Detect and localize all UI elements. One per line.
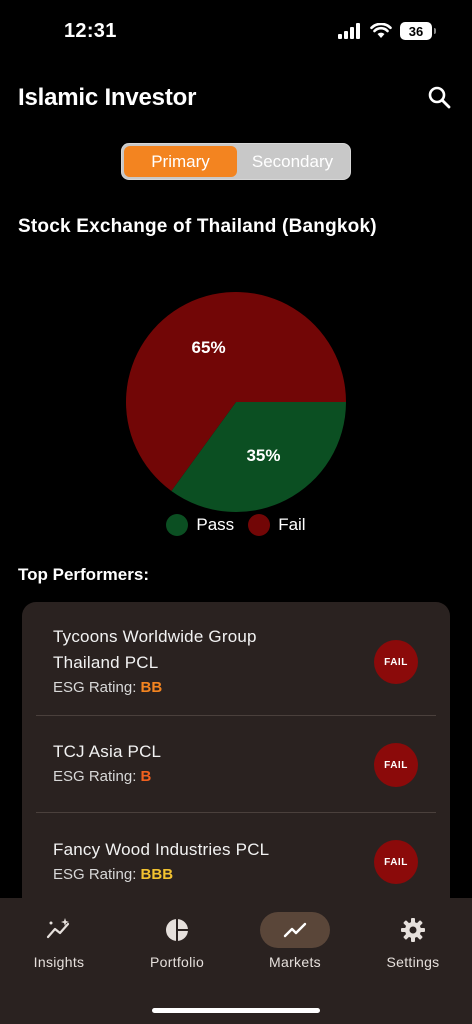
tab-settings[interactable]: Settings (354, 912, 472, 970)
esg-rating: ESG Rating: BB (53, 679, 162, 696)
cellular-signal-icon (338, 23, 360, 39)
tab-label: Insights (33, 954, 85, 970)
tab-insights[interactable]: Insights (0, 912, 118, 970)
esg-rating-label: ESG Rating: (53, 866, 137, 883)
company-name: Fancy Wood Industries PCL (53, 840, 270, 859)
market-title: Stock Exchange of Thailand (Bangkok) (18, 216, 377, 237)
app-header: Islamic Investor (18, 80, 454, 116)
tab-portfolio[interactable]: Portfolio (118, 912, 236, 970)
tab-label: Settings (386, 954, 440, 970)
pie-chart-icon (166, 919, 188, 941)
home-indicator (152, 1008, 320, 1013)
tab-markets[interactable]: Markets (236, 912, 354, 970)
pie-value-label: 35% (246, 445, 281, 465)
status-badge[interactable]: FAIL (374, 840, 418, 884)
battery-level: 36 (408, 23, 424, 39)
tab-icon-wrap (378, 912, 448, 948)
legend-label: Pass (196, 515, 235, 534)
status-bar: 12:31 36 (0, 0, 472, 64)
status-time: 12:31 (64, 20, 117, 42)
esg-rating-label: ESG Rating: (53, 679, 137, 696)
tab-label: Markets (269, 954, 321, 970)
pie-value-label: 65% (191, 338, 226, 358)
status-badge[interactable]: FAIL (374, 743, 418, 787)
segment-primary[interactable]: Primary (124, 146, 237, 177)
chart-legend: Pass Fail (0, 514, 472, 536)
list-item[interactable]: Tycoons Worldwide Group Thailand PCL ESG… (36, 602, 436, 716)
trending-up-icon (283, 922, 307, 938)
legend-item-pass: Pass (166, 514, 234, 536)
company-name-line2: Thailand PCL (53, 653, 159, 672)
list-item[interactable]: TCJ Asia PCL ESG Rating: B FAIL (36, 716, 436, 813)
esg-rating: ESG Rating: BBB (53, 866, 173, 883)
search-button[interactable] (426, 84, 454, 112)
segment-secondary[interactable]: Secondary (237, 146, 348, 177)
company-name: TCJ Asia PCL (53, 742, 162, 761)
esg-rating-value: BB (140, 679, 163, 696)
legend-item-fail: Fail (248, 514, 306, 536)
esg-rating: ESG Rating: B (53, 768, 151, 785)
battery-icon: 36 (400, 22, 436, 40)
status-badge[interactable]: FAIL (374, 640, 418, 684)
company-name-line1: Tycoons Worldwide Group (53, 627, 257, 646)
tab-icon-wrap (24, 912, 94, 948)
pie-chart-svg (125, 292, 347, 512)
tab-label: Portfolio (149, 954, 205, 970)
status-icons: 36 (338, 22, 436, 40)
tab-icon-wrap (142, 912, 212, 948)
pass-fail-pie-chart: 35% 65% (124, 290, 348, 514)
page-title: Islamic Investor (18, 84, 197, 111)
esg-rating-value: B (140, 768, 152, 785)
gear-icon (401, 918, 425, 942)
wifi-icon (370, 23, 392, 38)
legend-label: Fail (278, 515, 306, 534)
esg-rating-label: ESG Rating: (53, 768, 137, 785)
top-performers-list: Tycoons Worldwide Group Thailand PCL ESG… (22, 602, 450, 932)
esg-rating-value: BBB (140, 866, 174, 883)
top-performers-title: Top Performers: (18, 565, 149, 584)
legend-swatch (248, 514, 271, 536)
company-name: Tycoons Worldwide Group Thailand PCL (53, 624, 257, 676)
market-type-segmented-control: Primary Secondary (121, 143, 351, 180)
tab-icon-wrap (260, 912, 330, 948)
sparkle-chart-icon (46, 918, 70, 939)
bottom-tab-bar: Insights Portfolio Markets Settings (0, 898, 472, 1024)
search-icon (428, 86, 451, 109)
legend-swatch (166, 514, 189, 536)
